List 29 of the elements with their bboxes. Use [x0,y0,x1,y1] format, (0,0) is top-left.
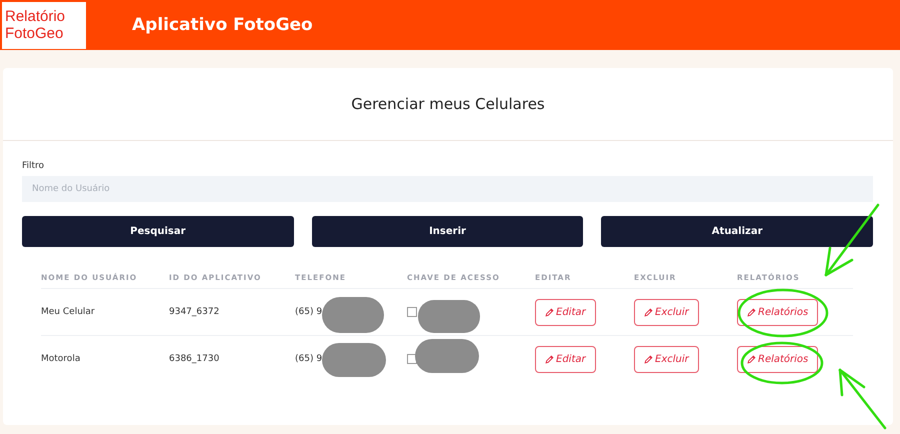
action-button[interactable]: Pesquisar [22,216,294,247]
pencil-icon [747,354,756,364]
pencil-icon [747,308,756,316]
action-button[interactable]: Atualizar [601,216,874,247]
search-field[interactable]: Nome do Usuário [22,176,873,202]
pencil-icon [644,308,653,316]
pencil-icon [644,354,653,364]
pencil-icon [545,308,554,316]
delete-button[interactable]: Excluir [634,298,699,326]
filter-label: Filtro [22,161,46,171]
page-title: Gerenciar meus Celulares [351,95,545,113]
table-cell: Meu Celular [41,307,95,317]
delete-button[interactable]: Excluir [634,346,699,372]
logo-text: FotoGeo [5,25,64,42]
logo-text: Relatório [5,8,66,25]
table-cell: 9347_6372 [169,307,220,317]
edit-button[interactable]: Editar [535,346,596,372]
app-title: Aplicativo FotoGeo [132,15,313,35]
table-cell: Motorola [41,354,80,364]
reports-button[interactable]: Relatórios [737,346,818,372]
edit-button[interactable]: Editar [535,298,596,326]
annotation-arrow [838,368,886,430]
table-cell: (65) 9 [295,354,322,364]
pencil-icon [545,354,554,364]
table-cell: (65) 9 [295,307,322,317]
action-button[interactable]: Inserir [312,216,584,247]
reports-button[interactable]: Relatórios [737,298,818,326]
table-cell: 6386_1730 [169,354,220,364]
checkbox[interactable] [407,306,417,317]
